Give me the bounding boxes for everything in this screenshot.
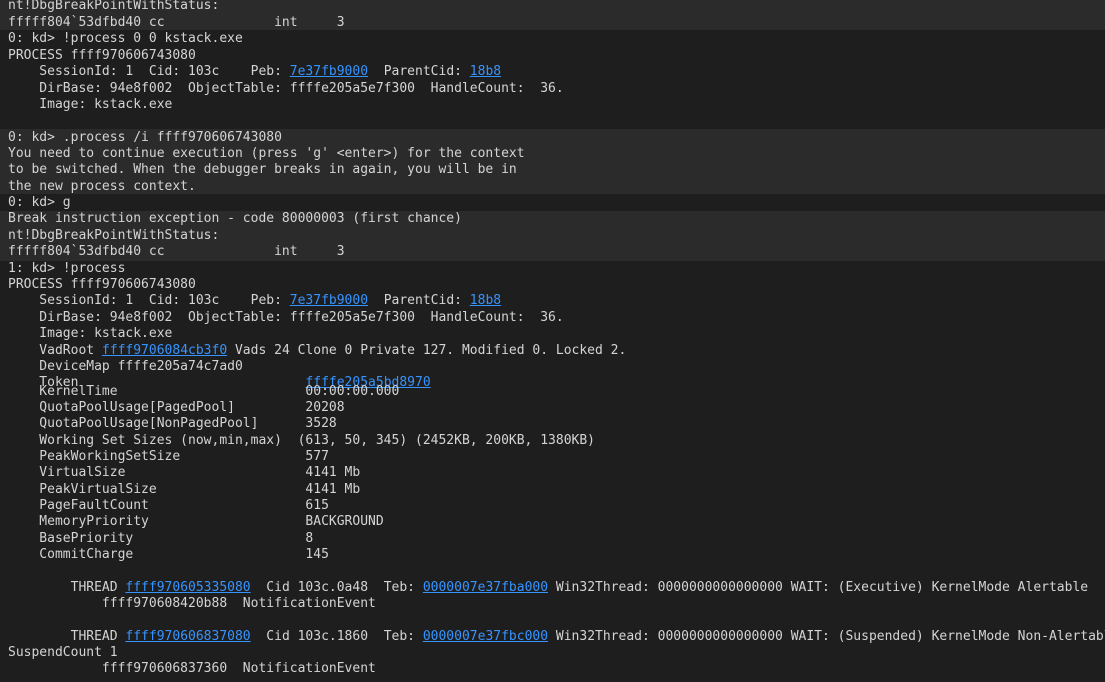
console-text: THREAD bbox=[8, 580, 126, 595]
address-link[interactable]: ffff970606837080 bbox=[125, 629, 250, 644]
console-line: ffff970606837360 NotificationEvent bbox=[8, 661, 376, 677]
console-text: nt!DbgBreakPointWithStatus: bbox=[8, 228, 220, 243]
console-text: 0: kd> .process /i ffff970606743080 bbox=[8, 130, 282, 145]
console-text: PROCESS ffff970606743080 bbox=[8, 277, 196, 292]
console-text: Working Set Sizes (now,min,max) (613, 50… bbox=[8, 433, 595, 448]
console-text: KernelTime 00:00:00.000 bbox=[8, 384, 400, 399]
address-link[interactable]: ffff9706084cb3f0 bbox=[102, 343, 227, 358]
console-line: QuotaPoolUsage[PagedPool] 20208 bbox=[8, 400, 345, 416]
console-text: ffff970608420b88 NotificationEvent bbox=[8, 596, 376, 611]
console-text: nt!DbgBreakPointWithStatus: bbox=[8, 0, 220, 13]
console-line: PeakWorkingSetSize 577 bbox=[8, 449, 329, 465]
address-link[interactable]: 18b8 bbox=[470, 64, 501, 79]
console-text: Break instruction exception - code 80000… bbox=[8, 211, 462, 226]
console-line: You need to continue execution (press 'g… bbox=[8, 146, 525, 162]
console-text: Image: kstack.exe bbox=[8, 97, 173, 112]
console-line: Image: kstack.exe bbox=[8, 97, 172, 113]
console-line: fffff804`53dfbd40 cc int 3 bbox=[8, 15, 345, 31]
console-text: MemoryPriority BACKGROUND bbox=[8, 514, 384, 529]
console-text: the new process context. bbox=[8, 179, 196, 194]
console-text: PeakWorkingSetSize 577 bbox=[8, 449, 329, 464]
console-text: THREAD bbox=[8, 629, 126, 644]
console-line: VirtualSize 4141 Mb bbox=[8, 465, 360, 481]
console-line: DirBase: 94e8f002 ObjectTable: ffffe205a… bbox=[8, 81, 564, 97]
console-line: QuotaPoolUsage[NonPagedPool] 3528 bbox=[8, 416, 337, 432]
console-line: KernelTime 00:00:00.000 bbox=[8, 384, 399, 400]
address-link[interactable]: 7e37fb9000 bbox=[290, 64, 368, 79]
console-text: SessionId: 1 Cid: 103c Peb: bbox=[8, 64, 290, 79]
address-link[interactable]: 18b8 bbox=[470, 293, 501, 308]
console-text: You need to continue execution (press 'g… bbox=[8, 146, 525, 161]
console-line: MemoryPriority BACKGROUND bbox=[8, 514, 384, 530]
console-text: BasePriority 8 bbox=[8, 531, 314, 546]
address-link[interactable]: 0000007e37fbc000 bbox=[423, 629, 548, 644]
console-line: nt!DbgBreakPointWithStatus: bbox=[8, 228, 219, 244]
console-line: PROCESS ffff970606743080 bbox=[8, 277, 196, 293]
console-text: SessionId: 1 Cid: 103c Peb: bbox=[8, 293, 290, 308]
console-text: 0: kd> g bbox=[8, 195, 71, 210]
console-text: QuotaPoolUsage[NonPagedPool] 3528 bbox=[8, 416, 337, 431]
console-line: PeakVirtualSize 4141 Mb bbox=[8, 482, 360, 498]
console-text: fffff804`53dfbd40 cc int 3 bbox=[8, 244, 345, 259]
console-text: VirtualSize 4141 Mb bbox=[8, 465, 361, 480]
console-line: Working Set Sizes (now,min,max) (613, 50… bbox=[8, 433, 595, 449]
console-text: Win32Thread: 0000000000000000 WAIT: (Sus… bbox=[548, 629, 1105, 644]
console-line: DirBase: 94e8f002 ObjectTable: ffffe205a… bbox=[8, 310, 564, 326]
console-line: SessionId: 1 Cid: 103c Peb: 7e37fb9000 P… bbox=[8, 64, 501, 80]
console-line: Break instruction exception - code 80000… bbox=[8, 211, 462, 227]
console-text: to be switched. When the debugger breaks… bbox=[8, 162, 517, 177]
console-text: Win32Thread: 0000000000000000 WAIT: (Exe… bbox=[548, 580, 1089, 595]
console-line: ffff970608420b88 NotificationEvent bbox=[8, 596, 376, 612]
console-text: ffff970606837360 NotificationEvent bbox=[8, 661, 376, 676]
console-line: THREAD ffff970606837080 Cid 103c.1860 Te… bbox=[8, 629, 1105, 645]
console-line: the new process context. bbox=[8, 179, 196, 195]
console-line: 0: kd> .process /i ffff970606743080 bbox=[8, 130, 282, 146]
console-text: ParentCid: bbox=[368, 64, 470, 79]
console-text: Cid 103c.0a48 Teb: bbox=[250, 580, 423, 595]
console-text: PageFaultCount 615 bbox=[8, 498, 329, 513]
console-text: Vads 24 Clone 0 Private 127. Modified 0.… bbox=[227, 343, 627, 358]
console-line: PageFaultCount 615 bbox=[8, 498, 329, 514]
console-line: 1: kd> !process bbox=[8, 261, 125, 277]
address-link[interactable]: ffff970605335080 bbox=[125, 580, 250, 595]
console-text: QuotaPoolUsage[PagedPool] 20208 bbox=[8, 400, 345, 415]
console-line: fffff804`53dfbd40 cc int 3 bbox=[8, 244, 345, 260]
console-text: VadRoot bbox=[8, 343, 102, 358]
console-line: to be switched. When the debugger breaks… bbox=[8, 162, 517, 178]
console-text: DirBase: 94e8f002 ObjectTable: ffffe205a… bbox=[8, 81, 564, 96]
console-text: Image: kstack.exe bbox=[8, 326, 173, 341]
console-line: CommitCharge 145 bbox=[8, 547, 329, 563]
console-text: DirBase: 94e8f002 ObjectTable: ffffe205a… bbox=[8, 310, 564, 325]
console-text: SuspendCount 1 bbox=[8, 645, 118, 660]
console-line: BasePriority 8 bbox=[8, 531, 313, 547]
console-line: DeviceMap ffffe205a74c7ad0 bbox=[8, 359, 243, 375]
console-text: fffff804`53dfbd40 cc int 3 bbox=[8, 15, 345, 30]
console-line: SessionId: 1 Cid: 103c Peb: 7e37fb9000 P… bbox=[8, 293, 501, 309]
console-text: DeviceMap ffffe205a74c7ad0 bbox=[8, 359, 243, 374]
debugger-console-output: nt!DbgBreakPointWithStatus: fffff804`53df… bbox=[0, 0, 1105, 682]
address-link[interactable]: 7e37fb9000 bbox=[290, 293, 368, 308]
console-line: THREAD ffff970605335080 Cid 103c.0a48 Te… bbox=[8, 580, 1089, 596]
console-line: 0: kd> g bbox=[8, 195, 71, 211]
address-link[interactable]: 0000007e37fba000 bbox=[423, 580, 548, 595]
console-text: CommitCharge 145 bbox=[8, 547, 329, 562]
console-line: 0: kd> !process 0 0 kstack.exe bbox=[8, 31, 243, 47]
console-line: VadRoot ffff9706084cb3f0 Vads 24 Clone 0… bbox=[8, 343, 626, 359]
console-text: ParentCid: bbox=[368, 293, 470, 308]
console-text: PROCESS ffff970606743080 bbox=[8, 48, 196, 63]
console-text: Cid 103c.1860 Teb: bbox=[250, 629, 423, 644]
console-text: PeakVirtualSize 4141 Mb bbox=[8, 482, 361, 497]
console-line: Image: kstack.exe bbox=[8, 326, 172, 342]
console-line: PROCESS ffff970606743080 bbox=[8, 48, 196, 64]
console-text: 0: kd> !process 0 0 kstack.exe bbox=[8, 31, 243, 46]
console-line: SuspendCount 1 bbox=[8, 645, 118, 661]
console-text: 1: kd> !process bbox=[8, 261, 126, 276]
console-line: nt!DbgBreakPointWithStatus: bbox=[8, 0, 219, 14]
